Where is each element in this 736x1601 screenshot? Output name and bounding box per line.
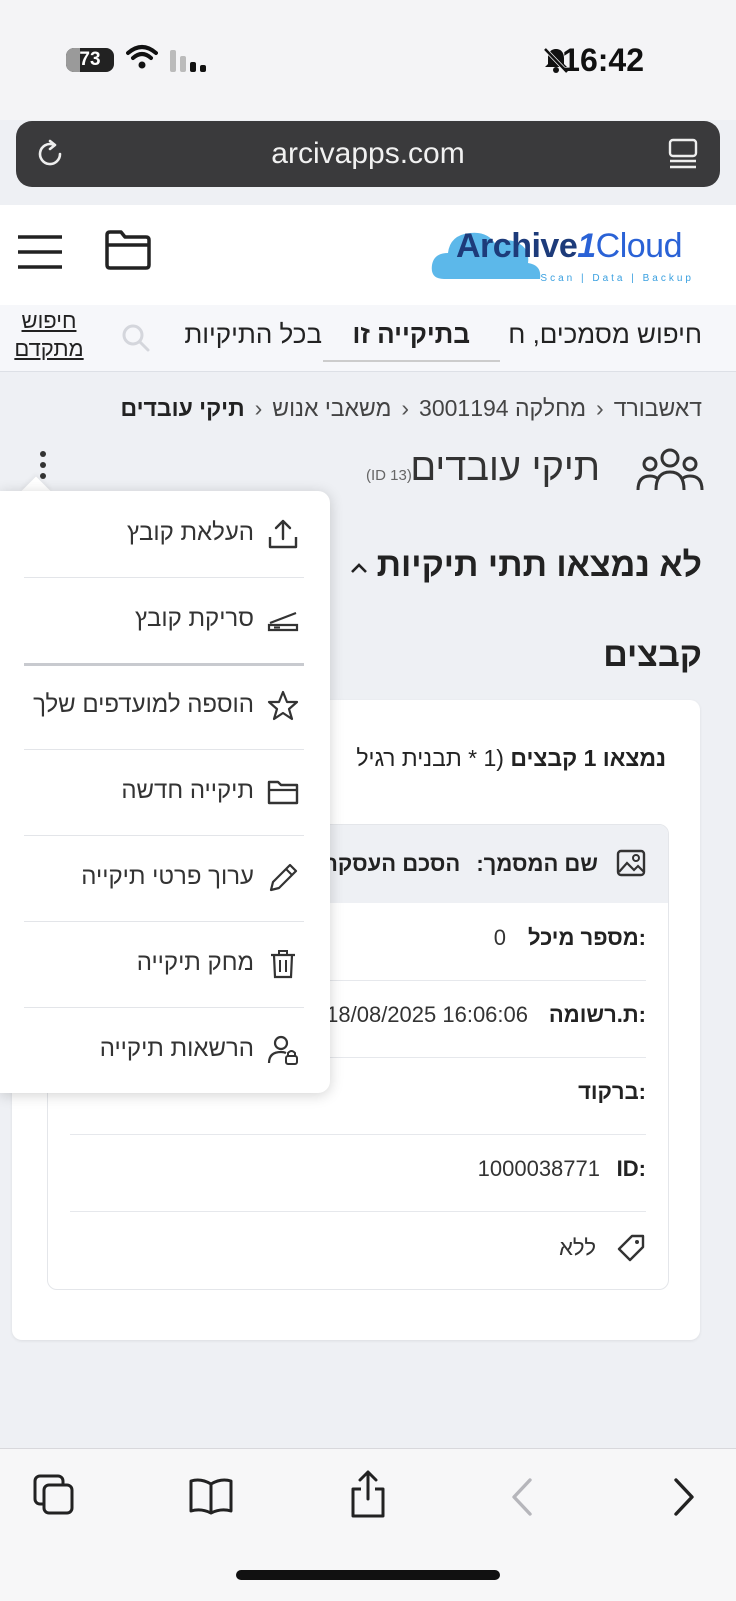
search-input[interactable]: חיפוש מסמכים, ח — [508, 319, 702, 350]
page-id: (ID 13) — [366, 467, 412, 484]
tags-row: ללא — [70, 1211, 646, 1288]
document-name: שם המסמך: הסכם העסקה — [323, 851, 598, 877]
tag-value[interactable]: ללא — [559, 1235, 596, 1261]
field-value: 1000038771 — [477, 1156, 600, 1181]
breadcrumb-item-dashboard[interactable]: דאשבורד — [614, 395, 702, 421]
reader-view-icon[interactable] — [666, 137, 700, 171]
menu-item-delete-folder[interactable]: מחק תיקייה — [24, 921, 304, 1008]
advanced-search-line1[interactable]: חיפוש — [12, 307, 86, 335]
menu-item-add-favorite[interactable]: הוספה למועדפים שלך — [24, 663, 304, 750]
upload-icon — [268, 519, 298, 549]
files-count-detail: (1 * תבנית רגיל — [356, 745, 504, 771]
user-lock-icon — [267, 1035, 298, 1065]
url-text[interactable]: arcivapps.com — [16, 121, 720, 187]
menu-item-label[interactable]: הרשאות תיקייה — [100, 1035, 254, 1063]
document-name-label: שם המסמך: — [476, 851, 598, 876]
bookmarks-icon[interactable] — [188, 1477, 234, 1515]
files-heading: קבצים — [603, 636, 702, 674]
menu-item-label[interactable]: סריקת קובץ — [135, 605, 254, 633]
app-header: Archive1Cloud Scan | Data | Backup — [0, 205, 736, 305]
scanner-icon — [267, 611, 299, 632]
field-label: ID: — [616, 1156, 646, 1181]
chevron-left-icon: ‹ — [596, 395, 604, 421]
tag-icon — [617, 1234, 645, 1262]
files-count: נמצאו 1 קבצים (1 * תבנית רגיל — [356, 745, 666, 772]
menu-item-label[interactable]: מחק תיקייה — [137, 949, 254, 977]
subfolders-heading[interactable]: לא נמצאו תתי תיקיות — [377, 546, 702, 585]
back-icon[interactable] — [510, 1477, 534, 1517]
star-icon — [267, 690, 299, 721]
breadcrumb: דאשבורד ‹ מחלקה 3001194 ‹ משאבי אנוש ‹ תיקי עו… — [120, 395, 702, 422]
menu-item-label[interactable]: תיקייה חדשה — [121, 777, 254, 805]
folder-icon — [267, 780, 299, 805]
battery-indicator: 73 — [66, 48, 114, 72]
signal-icon — [170, 50, 206, 72]
menu-item-folder-permissions[interactable]: הרשאות תיקייה — [24, 1007, 304, 1093]
chevron-left-icon: ‹ — [401, 395, 410, 421]
search-icon[interactable] — [120, 322, 152, 354]
clock: 16:42 — [562, 42, 644, 78]
field-value: 18/08/2025 16:06:06 — [326, 1002, 528, 1027]
tab-this-folder[interactable]: בתיקייה זו — [322, 319, 500, 362]
field-row-id: ID: 1000038771 — [70, 1134, 646, 1212]
hamburger-menu-icon[interactable] — [18, 235, 62, 269]
logo[interactable]: Archive1Cloud — [456, 227, 683, 266]
wifi-icon — [126, 45, 158, 69]
field-label: מספר מיכל: — [527, 925, 646, 950]
menu-item-label[interactable]: העלאת קובץ — [127, 519, 254, 547]
share-icon[interactable] — [348, 1469, 388, 1519]
files-count-bold: נמצאו 1 קבצים — [510, 745, 666, 771]
address-bar[interactable]: arcivapps.com — [16, 121, 720, 187]
menu-item-upload-file[interactable]: העלאת קובץ — [24, 491, 304, 578]
status-bar: 73 16:42 — [0, 0, 736, 120]
menu-item-scan-file[interactable]: סריקת קובץ — [24, 577, 304, 666]
users-group-icon — [636, 448, 704, 491]
logo-tagline: Scan | Data | Backup — [540, 273, 694, 284]
field-label: ברקוד: — [578, 1079, 646, 1104]
breadcrumb-item-current: תיקי עובדים — [120, 395, 245, 421]
advanced-search-line2[interactable]: מתקדם — [12, 335, 86, 363]
menu-item-label[interactable]: הוספה למועדפים שלך — [33, 691, 254, 719]
folder-actions-menu: העלאת קובץ סריקת קובץ הוספה למועדפים שלך… — [0, 491, 330, 1093]
chevron-left-icon: ‹ — [254, 395, 263, 421]
reload-icon[interactable] — [34, 138, 66, 170]
trash-icon — [271, 950, 295, 979]
image-icon — [616, 849, 646, 877]
breadcrumb-item-department[interactable]: מחלקה 3001194 — [419, 395, 586, 421]
search-bar: חיפוש מסמכים, ח בתיקייה זו בכל התיקיות ח… — [0, 305, 736, 372]
chevron-up-icon[interactable] — [350, 562, 368, 574]
page-title: תיקי עובדים — [410, 447, 600, 489]
menu-item-edit-folder[interactable]: ערוך פרטי תיקייה — [24, 835, 304, 922]
tab-all-folders[interactable]: בכל התיקיות — [184, 319, 322, 350]
menu-item-new-folder[interactable]: תיקייה חדשה — [24, 749, 304, 836]
field-value: 0 — [493, 925, 506, 950]
tabs-icon[interactable] — [32, 1473, 76, 1517]
field-label: ת.רשומה: — [548, 1002, 646, 1027]
more-options-icon[interactable] — [38, 450, 48, 480]
home-indicator — [236, 1570, 500, 1580]
document-name-value: הסכם העסקה — [323, 851, 461, 876]
pencil-icon — [269, 863, 298, 892]
forward-icon[interactable] — [672, 1477, 696, 1517]
menu-item-label[interactable]: ערוך פרטי תיקייה — [81, 863, 254, 891]
advanced-search-link[interactable]: חיפוש מתקדם — [12, 307, 86, 363]
folder-browse-icon[interactable] — [104, 229, 152, 271]
breadcrumb-item-hr[interactable]: משאבי אנוש — [272, 395, 391, 421]
